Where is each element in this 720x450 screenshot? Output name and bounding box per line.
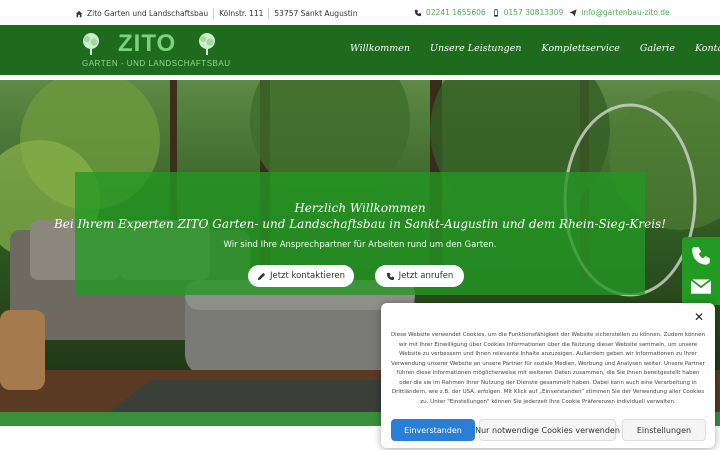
close-icon[interactable]: ✕ xyxy=(694,310,704,324)
phone-number-1: 02241 1655606 xyxy=(426,8,486,17)
nav-item-komplettservice[interactable]: Komplettservice xyxy=(541,43,619,54)
cookie-settings-button[interactable]: Einstellungen xyxy=(622,419,706,441)
hero-title: Herzlich Willkommen xyxy=(294,201,426,215)
main-nav: Willkommen Unsere Leistungen Komplettser… xyxy=(350,43,720,54)
contact-now-label: Jetzt kontaktieren xyxy=(269,271,346,281)
phone-link-1[interactable]: 02241 1655606 xyxy=(414,8,486,17)
divider xyxy=(268,8,270,19)
nav-item-leistungen[interactable]: Unsere Leistungen xyxy=(430,43,522,54)
company-name: Zito Garten und Landschaftsbau xyxy=(87,9,209,18)
site-header: ZITO GARTEN - UND LANDSCHAFTSBAU Willkom… xyxy=(0,25,720,75)
street-address: Kölnstr. 111 xyxy=(219,9,264,18)
side-contact-panel xyxy=(682,237,720,305)
top-info-bar: Zito Garten und Landschaftsbau Kölnstr. … xyxy=(0,0,720,25)
necessary-cookies-button[interactable]: Nur notwendige Cookies verwenden xyxy=(475,419,620,441)
cookie-consent-dialog: ✕ Diese Website verwendet Cookies, um di… xyxy=(381,303,715,448)
send-icon xyxy=(569,8,577,17)
email-link[interactable]: info@gartenbau-zito.de xyxy=(569,8,670,17)
mail-icon[interactable] xyxy=(690,275,712,297)
mobile-icon xyxy=(493,8,498,17)
logo[interactable]: ZITO GARTEN - UND LANDSCHAFTSBAU xyxy=(80,30,230,70)
call-now-button[interactable]: Jetzt anrufen xyxy=(375,265,464,287)
phone-icon xyxy=(414,9,422,16)
nav-item-galerie[interactable]: Galerie xyxy=(640,43,675,54)
cookie-text: Diese Website verwendet Cookies, um die … xyxy=(390,332,706,405)
phone-link-2[interactable]: 0157 30813309 xyxy=(492,8,564,17)
contact-now-button[interactable]: Jetzt kontaktieren xyxy=(248,265,354,287)
logo-name: ZITO xyxy=(118,30,177,57)
accept-cookies-button[interactable]: Einverstanden xyxy=(391,419,475,441)
email-address: info@gartenbau-zito.de xyxy=(581,8,670,17)
nav-item-kontakt[interactable]: Kontakt xyxy=(695,43,720,54)
divider xyxy=(213,8,215,19)
logo-tagline: GARTEN - UND LANDSCHAFTSBAU xyxy=(82,59,231,68)
tree-logo-icon xyxy=(199,33,215,55)
phone-number-2: 0157 30813309 xyxy=(503,8,564,17)
phone-icon xyxy=(386,272,394,280)
phone-icon[interactable] xyxy=(690,245,712,267)
tree-logo-icon xyxy=(83,33,99,55)
hero-headline: Bei Ihrem Experten ZITO Garten- und Land… xyxy=(53,217,667,231)
call-now-label: Jetzt anrufen xyxy=(398,271,454,281)
nav-item-willkommen[interactable]: Willkommen xyxy=(350,43,410,54)
hero-subtitle: Wir sind Ihre Ansprechpartner für Arbeit… xyxy=(223,240,497,250)
home-icon xyxy=(75,10,83,17)
city-address: 53757 Sankt Augustin xyxy=(274,9,358,18)
pencil-icon xyxy=(257,272,266,280)
hero-overlay-box xyxy=(75,172,645,295)
